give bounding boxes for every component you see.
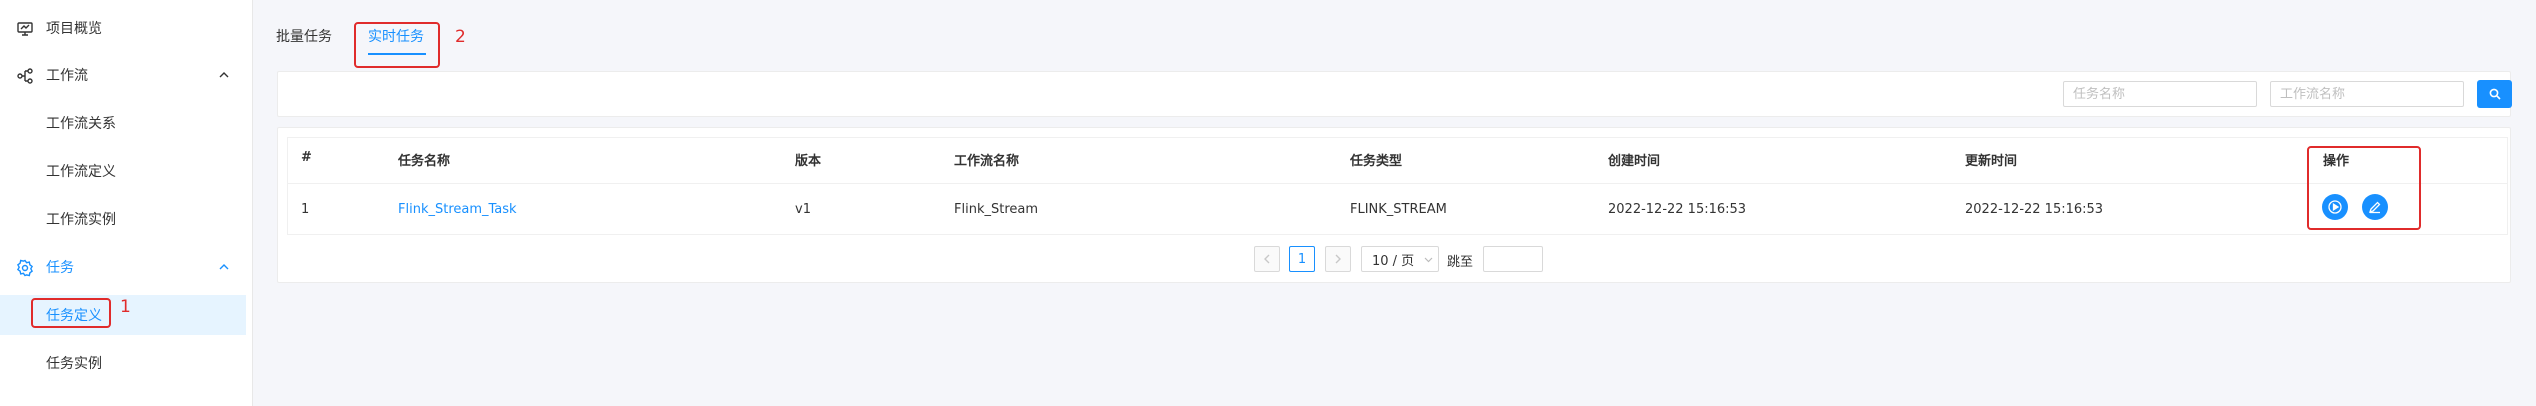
table-header: 工作流名称 — [954, 154, 1020, 169]
annotation-box-realtime-tab — [354, 22, 440, 68]
table-header: 任务名称 — [398, 154, 451, 169]
row-version: v1 — [795, 202, 811, 217]
jump-page-input[interactable] — [1483, 246, 1543, 272]
sidebar-item-label: 任务实例 — [46, 356, 102, 372]
sidebar-item-task[interactable]: 任务 — [0, 247, 246, 287]
sidebar-item-label: 工作流 — [46, 68, 88, 84]
workflow-icon — [17, 68, 33, 84]
table-header: 创建时间 — [1608, 154, 1661, 169]
sidebar-item-workflow-definition[interactable]: 工作流定义 — [0, 151, 246, 191]
jump-label: 跳至 — [1447, 255, 1474, 270]
annotation-box-task-definition — [31, 298, 111, 328]
tab-batch-tasks[interactable]: 批量任务 — [276, 26, 332, 46]
chevron-right-icon — [1335, 254, 1341, 264]
annotation-number: 2 — [455, 27, 466, 47]
task-name-input[interactable] — [2063, 81, 2257, 107]
chevron-up-icon — [219, 72, 229, 78]
annotation-number: 1 — [120, 297, 131, 317]
sidebar-item-label: 工作流关系 — [46, 116, 116, 132]
workflow-name-input[interactable] — [2270, 81, 2464, 107]
chevron-up-icon — [219, 264, 229, 270]
sidebar-item-label: 项目概览 — [46, 21, 102, 37]
sidebar-item-workflow-relation[interactable]: 工作流关系 — [0, 103, 246, 143]
sidebar-item-project-overview[interactable]: 项目概览 — [0, 8, 246, 48]
page-size-value: 10 / 页 — [1372, 253, 1415, 269]
row-updated-time: 2022-12-22 15:16:53 — [1965, 202, 2104, 217]
table-header: # — [301, 150, 312, 165]
sidebar-item-label: 任务 — [46, 260, 74, 276]
sidebar-item-label: 工作流定义 — [46, 164, 116, 180]
table-header: 更新时间 — [1965, 154, 2018, 169]
row-created-time: 2022-12-22 15:16:53 — [1608, 202, 1747, 217]
page-number[interactable]: 1 — [1289, 246, 1315, 272]
next-page-button[interactable] — [1325, 246, 1351, 272]
sidebar-item-task-instance[interactable]: 任务实例 — [0, 343, 246, 383]
gear-icon — [16, 259, 34, 277]
sidebar: 项目概览 工作流 工作流关系 工作流定义 工作流实例 任务 任务定义 任务实例 — [0, 0, 253, 406]
task-name-link[interactable]: Flink_Stream_Task — [398, 202, 517, 217]
table-divider — [288, 183, 2507, 184]
sidebar-item-workflow-instance[interactable]: 工作流实例 — [0, 199, 246, 239]
sidebar-item-label: 工作流实例 — [46, 212, 116, 228]
annotation-box-actions — [2307, 146, 2421, 230]
prev-page-button[interactable] — [1254, 246, 1280, 272]
chevron-down-icon — [1424, 257, 1433, 263]
chevron-left-icon — [1264, 254, 1270, 264]
search-icon — [2489, 88, 2501, 100]
search-button[interactable] — [2477, 80, 2512, 108]
row-workflow-name: Flink_Stream — [954, 202, 1039, 217]
table-header: 任务类型 — [1350, 154, 1403, 169]
table-header: 版本 — [795, 154, 822, 169]
page-size-select[interactable]: 10 / 页 — [1361, 246, 1439, 272]
sidebar-item-workflow[interactable]: 工作流 — [0, 55, 246, 95]
row-index: 1 — [301, 202, 310, 217]
row-task-type: FLINK_STREAM — [1350, 202, 1447, 217]
monitor-icon — [17, 22, 33, 36]
